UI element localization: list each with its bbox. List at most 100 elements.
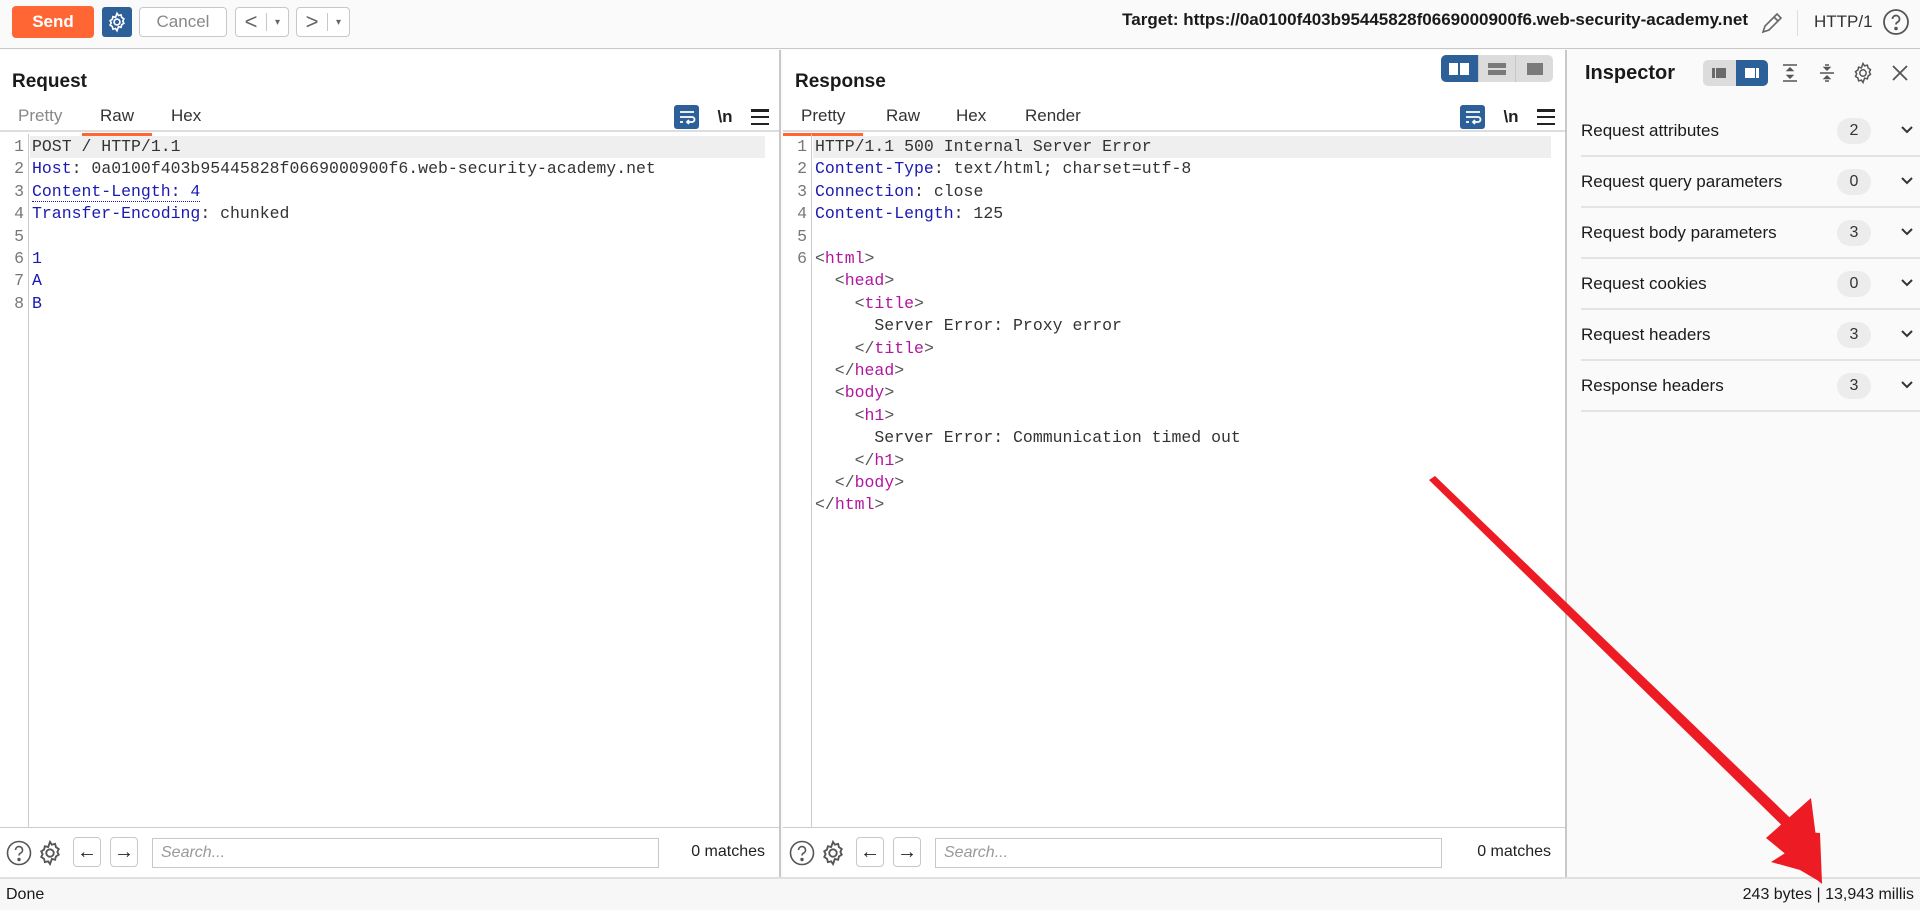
tab-response-render[interactable]: Render bbox=[1007, 106, 1099, 134]
next-match-button[interactable]: → bbox=[110, 837, 138, 867]
editor-line[interactable]: 2 Content-Type: text/html; charset=utf-8 bbox=[783, 158, 1565, 180]
code-token: A bbox=[32, 271, 42, 291]
editor-line[interactable]: 3 Connection: close bbox=[783, 181, 1565, 203]
section-label: Request cookies bbox=[1581, 274, 1707, 293]
editor-line[interactable]: </html> bbox=[783, 494, 1565, 516]
inspector-settings-button[interactable] bbox=[1850, 60, 1876, 86]
request-editor[interactable]: 1 POST / HTTP/1.1 2 Host: 0a0100f403b954458… bbox=[0, 134, 779, 827]
editor-line[interactable]: <body> bbox=[783, 382, 1565, 404]
chevron-left-icon: < bbox=[244, 9, 258, 34]
editor-line[interactable]: 3 Content-Length: 4 bbox=[0, 181, 779, 203]
code-token: : 0a0100f403b95445828f0669000900f6.web-s… bbox=[71, 159, 656, 179]
tab-response-raw[interactable]: Raw bbox=[868, 106, 938, 134]
editor-line[interactable]: </h1> bbox=[783, 450, 1565, 472]
show-newlines-toggle[interactable]: \n bbox=[1499, 107, 1523, 127]
chevron-down-icon[interactable] bbox=[1899, 326, 1915, 342]
help-icon[interactable] bbox=[789, 840, 815, 866]
close-inspector-button[interactable] bbox=[1887, 60, 1913, 86]
settings-icon[interactable] bbox=[36, 839, 64, 867]
code-token: Transfer-Encoding bbox=[32, 204, 201, 224]
code-token: 1 bbox=[32, 249, 42, 268]
inspector-sections: Request attributes 2 Request query param… bbox=[1581, 106, 1920, 412]
editor-line[interactable]: 1 POST / HTTP/1.1 bbox=[0, 136, 779, 158]
response-tabs: Pretty Raw Hex Render bbox=[783, 102, 1565, 136]
layout-single-button[interactable] bbox=[1516, 55, 1553, 82]
inspector-section-response-headers[interactable]: Response headers 3 bbox=[1581, 361, 1920, 412]
editor-line[interactable]: Server Error: Proxy error bbox=[783, 315, 1565, 337]
collapse-all-button[interactable] bbox=[1814, 60, 1840, 86]
dropdown-icon[interactable]: ▾ bbox=[328, 17, 349, 28]
tab-response-hex[interactable]: Hex bbox=[938, 106, 1004, 134]
editor-menu-button[interactable] bbox=[751, 109, 769, 125]
help-icon[interactable] bbox=[6, 840, 32, 866]
inspector-dock-right-button[interactable] bbox=[1735, 60, 1768, 86]
tab-request-hex[interactable]: Hex bbox=[153, 106, 219, 134]
line-number: 6 bbox=[14, 249, 24, 268]
editor-menu-button[interactable] bbox=[1537, 109, 1555, 125]
inspector-section-request-query-parameters[interactable]: Request query parameters 0 bbox=[1581, 157, 1920, 208]
settings-icon[interactable] bbox=[819, 839, 847, 867]
chevron-down-icon[interactable] bbox=[1899, 122, 1915, 138]
response-search-input[interactable] bbox=[935, 838, 1442, 868]
word-wrap-toggle[interactable] bbox=[674, 105, 699, 129]
editor-line[interactable]: 2 Host: 0a0100f403b95445828f0669000900f6.… bbox=[0, 158, 779, 180]
code-token: > bbox=[874, 495, 885, 515]
editor-line[interactable]: </title> bbox=[783, 338, 1565, 360]
word-wrap-toggle[interactable] bbox=[1460, 105, 1485, 129]
http-version-selector[interactable]: HTTP/1 bbox=[1814, 12, 1873, 32]
editor-line[interactable]: Server Error: Communication timed out bbox=[783, 427, 1565, 449]
expand-all-button[interactable] bbox=[1777, 60, 1803, 86]
line-number: 6 bbox=[797, 249, 807, 268]
edit-target-button[interactable] bbox=[1757, 8, 1787, 38]
inspector-layout-toggle bbox=[1703, 60, 1768, 86]
dropdown-icon[interactable]: ▾ bbox=[267, 17, 288, 28]
history-forward-button[interactable]: > ▾ bbox=[296, 7, 350, 37]
tab-response-pretty[interactable]: Pretty bbox=[783, 106, 864, 136]
inspector-collapse-left-button[interactable] bbox=[1703, 60, 1736, 86]
tab-request-raw[interactable]: Raw bbox=[82, 106, 153, 136]
editor-line[interactable]: 4 Transfer-Encoding: chunked bbox=[0, 203, 779, 225]
editor-line[interactable]: </head> bbox=[783, 360, 1565, 382]
inspector-section-request-cookies[interactable]: Request cookies 0 bbox=[1581, 259, 1920, 310]
editor-line[interactable]: 8B bbox=[0, 293, 779, 315]
cancel-button[interactable]: Cancel bbox=[139, 7, 227, 37]
editor-line[interactable]: 61 bbox=[0, 248, 779, 270]
send-button[interactable]: Send bbox=[12, 6, 94, 38]
layout-side-by-side-button[interactable] bbox=[1441, 55, 1479, 82]
layout-stacked-button[interactable] bbox=[1479, 55, 1517, 82]
chevron-down-icon[interactable] bbox=[1899, 377, 1915, 393]
columns-icon bbox=[1449, 62, 1470, 75]
send-settings-button[interactable] bbox=[102, 7, 132, 37]
inspector-section-request-body-parameters[interactable]: Request body parameters 3 bbox=[1581, 208, 1920, 259]
show-newlines-toggle[interactable]: \n bbox=[713, 107, 737, 127]
line-content: Content-Type: text/html; charset=utf-8 bbox=[815, 158, 1191, 180]
close-icon bbox=[1892, 65, 1908, 81]
next-match-button[interactable]: → bbox=[893, 837, 921, 867]
chevron-down-icon[interactable] bbox=[1899, 224, 1915, 240]
editor-line[interactable]: <title> bbox=[783, 293, 1565, 315]
previous-match-button[interactable]: ← bbox=[856, 837, 884, 867]
inspector-section-request-headers[interactable]: Request headers 3 bbox=[1581, 310, 1920, 361]
request-search-input[interactable] bbox=[152, 838, 659, 868]
editor-line[interactable]: 5 bbox=[783, 226, 1565, 248]
line-content: HTTP/1.1 500 Internal Server Error bbox=[815, 136, 1152, 158]
editor-line[interactable]: <head> bbox=[783, 270, 1565, 292]
arrow-left-icon: ← bbox=[860, 840, 880, 863]
editor-line[interactable]: 6 <html> bbox=[783, 248, 1565, 270]
chevron-down-icon[interactable] bbox=[1899, 173, 1915, 189]
chevron-down-icon[interactable] bbox=[1899, 275, 1915, 291]
help-button[interactable] bbox=[1882, 8, 1910, 36]
line-content: B bbox=[32, 293, 42, 315]
response-editor[interactable]: 1 HTTP/1.1 500 Internal Server Error 2 Cont… bbox=[783, 134, 1565, 827]
tab-request-pretty[interactable]: Pretty bbox=[0, 106, 80, 134]
editor-line[interactable]: <h1> bbox=[783, 405, 1565, 427]
line-number: 1 bbox=[14, 137, 24, 156]
history-back-button[interactable]: < ▾ bbox=[235, 7, 289, 37]
editor-line[interactable]: 5 bbox=[0, 226, 779, 248]
editor-line[interactable]: </body> bbox=[783, 472, 1565, 494]
editor-line[interactable]: 4 Content-Length: 125 bbox=[783, 203, 1565, 225]
editor-line[interactable]: 1 HTTP/1.1 500 Internal Server Error bbox=[783, 136, 1565, 158]
inspector-section-request-attributes[interactable]: Request attributes 2 bbox=[1581, 106, 1920, 157]
previous-match-button[interactable]: ← bbox=[73, 837, 101, 867]
editor-line[interactable]: 7A bbox=[0, 270, 779, 292]
